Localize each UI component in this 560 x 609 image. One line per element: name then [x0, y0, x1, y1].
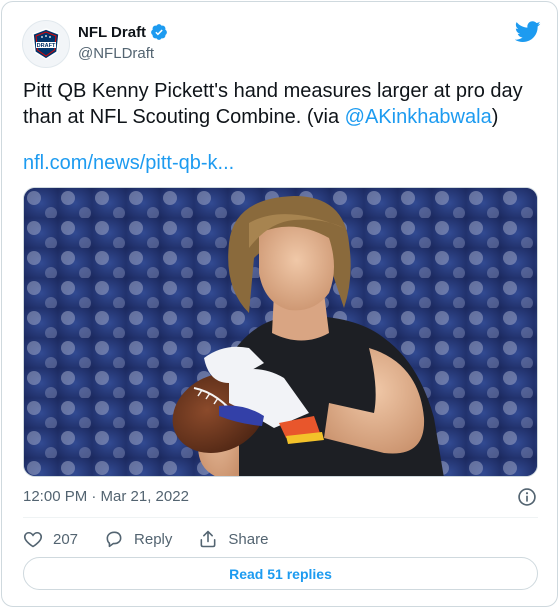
author-handle[interactable]: @NFLDraft — [78, 45, 154, 62]
share-label: Share — [228, 530, 269, 548]
read-replies-button[interactable]: Read 51 replies — [23, 557, 538, 590]
tweet-text-tail: ) — [491, 106, 499, 128]
reply-button[interactable]: Reply — [104, 529, 172, 549]
tweet-timestamp[interactable]: 12:00 PM · Mar 21, 2022 — [23, 488, 189, 505]
avatar[interactable]: DRAFT — [22, 20, 70, 68]
tweet-text: Pitt QB Kenny Pickett's hand measures la… — [23, 78, 543, 130]
author-name[interactable]: NFL Draft — [78, 24, 146, 41]
read-replies-label: Read 51 replies — [229, 565, 332, 582]
mention-link[interactable]: @AKinkhabwala — [345, 106, 492, 128]
twitter-bird-icon[interactable] — [515, 21, 541, 43]
verified-badge-icon — [151, 24, 167, 40]
tweet-card: DRAFT NFL Draft @NFLDraft Pitt QB Kenny … — [1, 1, 558, 607]
heart-icon — [23, 531, 43, 548]
article-link[interactable]: nfl.com/news/pitt-qb-k... — [23, 152, 234, 175]
tweet-photo[interactable] — [23, 187, 538, 477]
author-name-row[interactable]: NFL Draft — [78, 23, 168, 41]
info-icon[interactable] — [517, 487, 537, 507]
nfl-draft-logo-icon: DRAFT — [32, 28, 60, 60]
share-button[interactable]: Share — [198, 529, 268, 549]
reply-icon — [106, 531, 122, 548]
reply-label: Reply — [134, 530, 173, 548]
divider — [23, 517, 538, 518]
svg-text:DRAFT: DRAFT — [37, 43, 56, 49]
action-bar: 207 Reply Share — [23, 527, 294, 551]
player-photo-image — [24, 188, 537, 476]
share-icon — [200, 530, 216, 548]
like-count: 207 — [53, 530, 79, 548]
like-button[interactable]: 207 — [23, 529, 78, 549]
